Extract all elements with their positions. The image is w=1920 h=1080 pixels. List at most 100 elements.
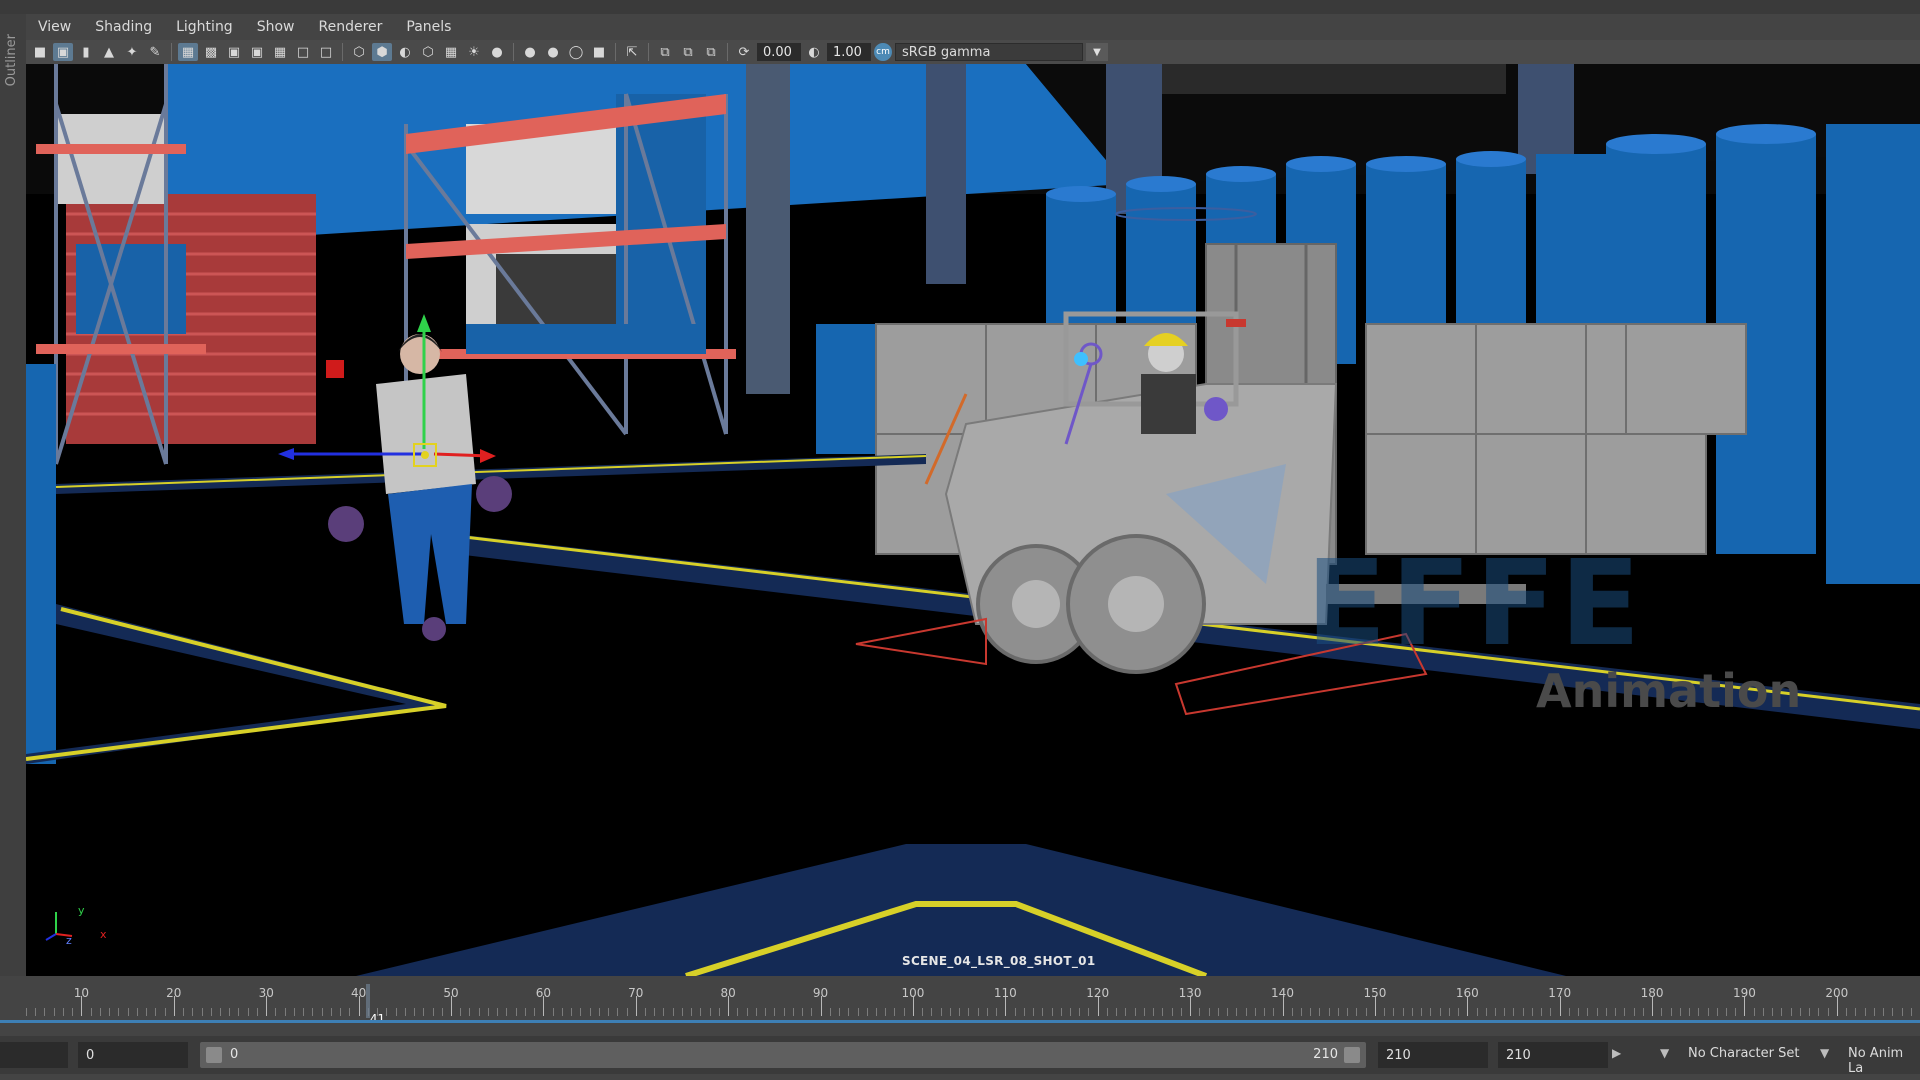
wireframe-icon[interactable]: ⬡ — [349, 43, 369, 61]
image-plane-icon[interactable]: ▲ — [99, 43, 119, 61]
menu-show[interactable]: Show — [245, 14, 307, 40]
time-tick — [404, 1008, 406, 1016]
smooth-shade-icon[interactable]: ⬢ — [372, 43, 392, 61]
watermark-letters: EFFE — [1306, 534, 1645, 672]
time-tick — [155, 1008, 157, 1016]
time-tick — [1430, 1008, 1432, 1016]
time-tick — [977, 1008, 979, 1016]
default-material-icon[interactable]: ◐ — [395, 43, 415, 61]
toolbar-separator — [615, 43, 616, 61]
time-tick — [99, 1008, 101, 1016]
time-tick — [1846, 1008, 1848, 1016]
ambient-occlusion-icon[interactable]: ● — [520, 43, 540, 61]
time-tick — [349, 1008, 351, 1016]
textured-icon[interactable]: ▦ — [441, 43, 461, 61]
2d-pan-zoom-icon[interactable]: ✦ — [122, 43, 142, 61]
anim-layer-dropdown[interactable]: No Anim La — [1848, 1046, 1920, 1076]
range-end-label: 210 — [1313, 1047, 1338, 1062]
xray-icon[interactable]: ⬡ — [418, 43, 438, 61]
film-gate-icon[interactable]: ▩ — [201, 43, 221, 61]
xray-active-icon[interactable]: ⧉ — [678, 43, 698, 61]
gamma-field[interactable]: 1.00 — [827, 43, 871, 61]
time-tick-label: 100 — [901, 986, 925, 1000]
animation-end-field[interactable]: 210 — [1498, 1042, 1608, 1068]
time-tick — [1051, 1008, 1053, 1016]
xray-joints-icon[interactable]: ⧉ — [655, 43, 675, 61]
anti-aliasing-icon[interactable]: ◯ — [566, 43, 586, 61]
time-tick — [709, 1008, 711, 1016]
safe-action-icon[interactable]: □ — [293, 43, 313, 61]
menu-shading[interactable]: Shading — [83, 14, 164, 40]
time-tick — [312, 1008, 314, 1016]
gamma-icon[interactable]: ◐ — [804, 43, 824, 61]
time-tick — [1568, 1008, 1570, 1016]
time-slider[interactable]: 10 20 30 40 50 60 70 80 90 100 110 120 130 140 150 160 1… — [0, 976, 1920, 1026]
character-set-dropdown[interactable]: No Character Set — [1688, 1046, 1799, 1061]
time-tick — [340, 1008, 342, 1016]
view-transform-dropdown[interactable]: sRGB gamma — [895, 43, 1083, 61]
time-tick — [1790, 1008, 1792, 1016]
outliner-tab[interactable]: Outliner — [0, 14, 27, 976]
time-tick — [885, 1008, 887, 1016]
time-tick — [487, 1008, 489, 1016]
time-tick — [1254, 1008, 1256, 1016]
bookmark-icon[interactable]: ▮ — [76, 43, 96, 61]
time-tick — [469, 1008, 471, 1016]
step-forward-icon[interactable]: ▶ — [1612, 1046, 1621, 1060]
range-end-handle[interactable] — [1344, 1047, 1360, 1063]
time-tick — [1023, 1008, 1025, 1016]
menu-view[interactable]: View — [26, 14, 83, 40]
time-tick — [1365, 1008, 1367, 1016]
field-chart-icon[interactable]: ▦ — [270, 43, 290, 61]
select-camera-icon[interactable]: ■ — [30, 43, 50, 61]
playback-end-field[interactable]: 210 — [1378, 1042, 1488, 1068]
menu-renderer[interactable]: Renderer — [306, 14, 394, 40]
time-tick — [1208, 1008, 1210, 1016]
time-tick — [1689, 1008, 1691, 1016]
toolbar-separator — [342, 43, 343, 61]
isolate-select-icon[interactable]: ⇱ — [622, 43, 642, 61]
exposure-field[interactable]: 0.00 — [757, 43, 801, 61]
resolution-gate-icon[interactable]: ▣ — [224, 43, 244, 61]
time-tick — [848, 1008, 850, 1016]
time-tick-label: 120 — [1086, 986, 1110, 1000]
exposure-icon[interactable]: ⟳ — [734, 43, 754, 61]
character-set-chevron-icon[interactable]: ▼ — [1660, 1046, 1669, 1060]
time-slider-track[interactable]: 10 20 30 40 50 60 70 80 90 100 110 120 130 140 150 160 1… — [26, 984, 1920, 1026]
time-tick — [1273, 1008, 1275, 1016]
scene-render — [26, 64, 1920, 976]
time-tick — [515, 1008, 517, 1016]
camera-attributes-icon[interactable]: ▣ — [53, 43, 73, 61]
time-tick — [580, 1008, 582, 1016]
motion-blur-icon[interactable]: ● — [543, 43, 563, 61]
time-tick — [986, 1008, 988, 1016]
color-management-toggle[interactable]: cm — [874, 43, 892, 61]
chevron-down-icon[interactable]: ▼ — [1086, 43, 1108, 61]
range-left-blank-field[interactable] — [0, 1042, 68, 1068]
range-slider[interactable]: 0 210 — [200, 1042, 1366, 1068]
time-tick — [238, 1008, 240, 1016]
use-lights-icon[interactable]: ☀ — [464, 43, 484, 61]
time-tick — [931, 1008, 933, 1016]
time-tick — [460, 1008, 462, 1016]
shadows-icon[interactable]: ● — [487, 43, 507, 61]
3d-viewport[interactable]: EFFE Animation y x z SCENE_04_LSR_08_SHO… — [26, 64, 1920, 976]
animation-start-field[interactable]: 0 — [78, 1042, 188, 1068]
time-tick — [220, 1008, 222, 1016]
time-tick — [811, 1008, 813, 1016]
time-tick — [1772, 1008, 1774, 1016]
depth-of-field-icon[interactable]: ■ — [589, 43, 609, 61]
grid-icon[interactable]: ▦ — [178, 43, 198, 61]
menu-panels[interactable]: Panels — [394, 14, 463, 40]
panel-toolbar: ■ ▣ ▮ ▲ ✦ ✎ ▦ ▩ ▣ ▣ ▦ □ □ ⬡ ⬢ ◐ ⬡ ▦ ☀ ● … — [26, 40, 1920, 64]
time-tick — [1310, 1008, 1312, 1016]
safe-title-icon[interactable]: □ — [316, 43, 336, 61]
range-start-handle[interactable] — [206, 1047, 222, 1063]
gate-mask-icon[interactable]: ▣ — [247, 43, 267, 61]
backface-cull-icon[interactable]: ⧉ — [701, 43, 721, 61]
time-tick — [395, 1008, 397, 1016]
grease-pencil-icon[interactable]: ✎ — [145, 43, 165, 61]
menu-lighting[interactable]: Lighting — [164, 14, 245, 40]
anim-layer-chevron-icon[interactable]: ▼ — [1820, 1046, 1829, 1060]
time-tick — [1883, 1008, 1885, 1016]
